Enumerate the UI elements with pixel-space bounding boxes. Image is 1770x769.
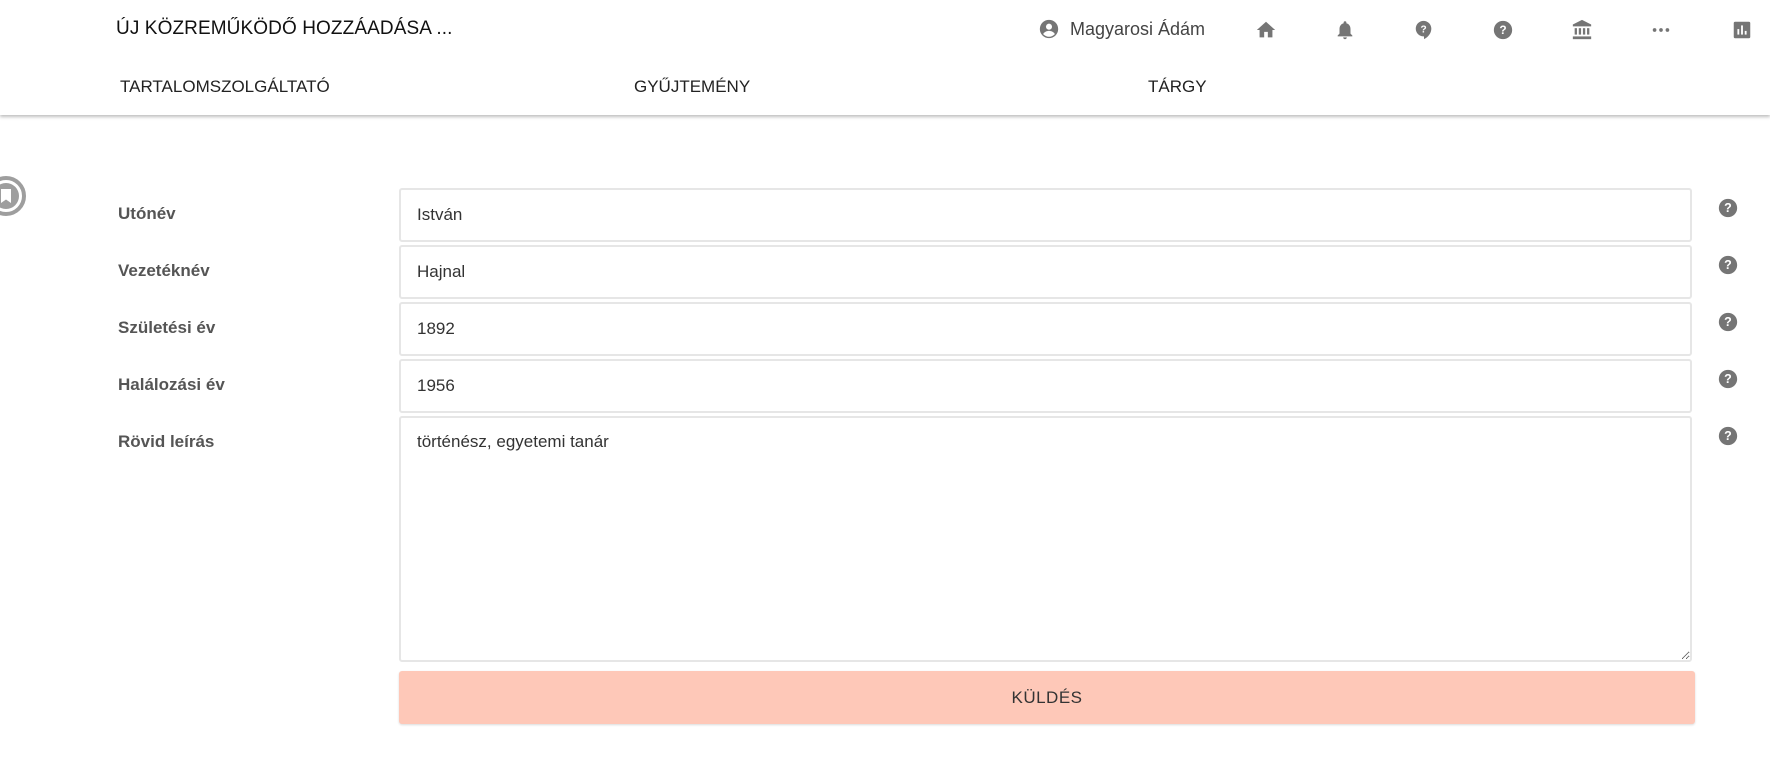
death-year-label: Halálozási év bbox=[118, 375, 225, 394]
tab-tartalomszolgaltato[interactable]: TARTALOMSZOLGÁLTATÓ bbox=[120, 77, 330, 97]
help-bubble-button[interactable]: ? bbox=[1412, 18, 1436, 42]
home-button[interactable] bbox=[1254, 18, 1278, 42]
first-name-field[interactable] bbox=[399, 188, 1692, 242]
top-app-bar: ÚJ KÖZREMŰKÖDŐ HOZZÁADÁSA ... Magyarosi … bbox=[0, 0, 1770, 115]
notifications-button[interactable] bbox=[1333, 18, 1357, 42]
svg-text:?: ? bbox=[1724, 429, 1732, 443]
description-field[interactable]: történész, egyetemi tanár bbox=[399, 416, 1692, 662]
tab-gyujtemeny[interactable]: GYŰJTEMÉNY bbox=[634, 77, 750, 97]
account-circle-icon bbox=[1039, 19, 1059, 39]
birth-year-field[interactable] bbox=[399, 302, 1692, 356]
help-icon[interactable]: ? bbox=[1718, 369, 1738, 389]
tab-targy[interactable]: TÁRGY bbox=[1148, 77, 1207, 97]
first-name-label: Utónév bbox=[118, 204, 176, 223]
tab-bar: TARTALOMSZOLGÁLTATÓ GYŰJTEMÉNY TÁRGY bbox=[0, 70, 1770, 104]
user-menu[interactable]: Magyarosi Ádám bbox=[1038, 18, 1205, 40]
page-title: ÚJ KÖZREMŰKÖDŐ HOZZÁADÁSA ... bbox=[116, 18, 453, 39]
help-bubble-icon: ? bbox=[1415, 20, 1432, 40]
help-icon[interactable]: ? bbox=[1718, 312, 1738, 332]
user-name: Magyarosi Ádám bbox=[1070, 18, 1206, 39]
svg-text:?: ? bbox=[1724, 315, 1732, 329]
institution-icon bbox=[1572, 19, 1592, 40]
help-icon[interactable]: ? bbox=[1718, 426, 1738, 446]
submit-button[interactable]: KÜLDÉS bbox=[399, 671, 1695, 724]
institution-button[interactable] bbox=[1570, 18, 1594, 42]
svg-text:?: ? bbox=[1724, 201, 1732, 215]
svg-text:?: ? bbox=[1724, 372, 1732, 386]
last-name-label: Vezetéknév bbox=[118, 261, 210, 280]
bell-icon bbox=[1337, 21, 1353, 40]
svg-text:?: ? bbox=[1420, 24, 1426, 35]
birth-year-label: Születési év bbox=[118, 318, 216, 337]
help-icon[interactable]: ? bbox=[1718, 255, 1738, 275]
svg-text:?: ? bbox=[1499, 23, 1506, 37]
bookmark-icon[interactable] bbox=[0, 173, 38, 219]
last-name-field[interactable] bbox=[399, 245, 1692, 299]
svg-text:?: ? bbox=[1724, 258, 1732, 272]
help-icon[interactable]: ? bbox=[1718, 198, 1738, 218]
home-icon bbox=[1256, 21, 1276, 38]
death-year-field[interactable] bbox=[399, 359, 1692, 413]
more-icon bbox=[1652, 28, 1670, 32]
stats-button[interactable] bbox=[1730, 18, 1754, 42]
help-button[interactable]: ? bbox=[1491, 18, 1515, 42]
description-label: Rövid leírás bbox=[118, 432, 215, 451]
more-button[interactable] bbox=[1649, 18, 1673, 42]
help-circle-icon: ? bbox=[1493, 20, 1513, 40]
stats-icon bbox=[1733, 21, 1751, 39]
